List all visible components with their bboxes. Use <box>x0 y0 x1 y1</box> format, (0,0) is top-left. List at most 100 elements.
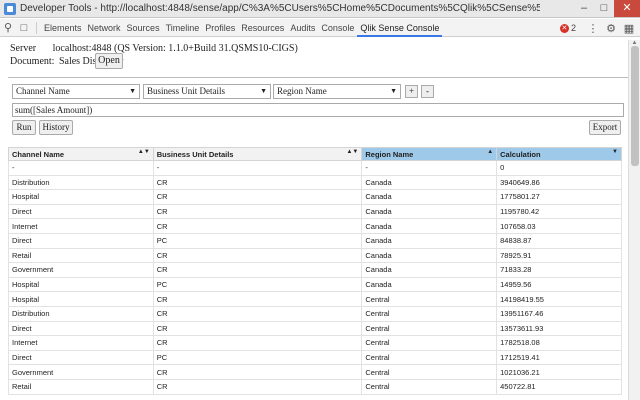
table-cell: CR <box>152 218 363 234</box>
remove-dimension-button[interactable]: - <box>421 85 434 98</box>
table-row[interactable]: Government CR Canada 71833.28 <box>8 262 622 278</box>
table-cell: 450722.81 <box>496 378 622 395</box>
column-header-region-name[interactable]: Region Name ▲ <box>361 147 498 161</box>
table-cell: Government <box>8 364 154 380</box>
error-icon: ✕ <box>559 23 569 33</box>
table-row[interactable]: Distribution CR Central 13951167.46 <box>8 305 622 322</box>
table-cell: Canada <box>361 174 498 191</box>
table-row[interactable]: Internet CR Canada 107658.03 <box>8 218 622 234</box>
server-value: localhost:4848 (QS Version: 1.1.0+Build … <box>52 43 298 54</box>
column-header-calculation[interactable]: Calculation ▼ <box>496 147 622 161</box>
window-title: Developer Tools - http://localhost:4848/… <box>20 3 540 14</box>
tab-audits[interactable]: Audits <box>287 19 318 37</box>
document-label: Document: <box>10 56 55 67</box>
table-cell: CR <box>152 335 363 351</box>
table-row[interactable]: Direct PC Central 1712519.41 <box>8 349 622 366</box>
table-row[interactable]: Distribution CR Canada 3940649.86 <box>8 174 622 191</box>
table-row[interactable]: Hospital CR Central 14198419.55 <box>8 291 622 307</box>
business-unit-select[interactable]: Business Unit Details ▼ <box>143 84 271 99</box>
devtools-toolbar: ⚲ □ Elements Network Sources Timeline Pr… <box>0 19 640 37</box>
tab-elements[interactable]: Elements <box>41 19 85 37</box>
table-cell: CR <box>152 262 363 278</box>
table-cell: Central <box>361 335 498 351</box>
channel-name-select[interactable]: Channel Name ▼ <box>12 84 140 99</box>
table-cell: 71833.28 <box>496 262 622 278</box>
table-cell: 13951167.46 <box>496 305 622 322</box>
maximize-icon[interactable]: □ <box>594 0 614 17</box>
open-button[interactable]: Open <box>95 53 123 69</box>
tab-qlik-sense-console[interactable]: Qlik Sense Console <box>357 19 443 37</box>
table-cell: 1195780.42 <box>496 203 622 220</box>
table-cell: Hospital <box>8 276 154 293</box>
table-cell: Central <box>361 378 498 395</box>
table-cell: Canada <box>361 247 498 264</box>
scrollbar-thumb[interactable] <box>631 46 639 166</box>
add-dimension-button[interactable]: + <box>405 85 418 98</box>
history-button[interactable]: History <box>39 120 73 135</box>
tab-resources[interactable]: Resources <box>238 19 287 37</box>
table-cell: Direct <box>8 232 154 249</box>
column-header-channel-name[interactable]: Channel Name ▲▼ <box>8 147 154 161</box>
table-row[interactable]: ---0 <box>8 160 622 176</box>
column-header-business-unit[interactable]: Business Unit Details ▲▼ <box>152 147 363 161</box>
table-row[interactable]: Direct CR Canada 1195780.42 <box>8 203 622 220</box>
table-cell: Canada <box>361 232 498 249</box>
table-cell: CR <box>152 364 363 380</box>
table-cell: 13573611.93 <box>496 320 622 337</box>
table-cell: Direct <box>8 320 154 337</box>
sort-icon: ▲▼ <box>137 149 150 155</box>
table-cell: 1021036.21 <box>496 364 622 380</box>
table-cell: Distribution <box>8 305 154 322</box>
region-name-select-value: Region Name <box>277 86 327 96</box>
table-row[interactable]: Government CR Central 1021036.21 <box>8 364 622 380</box>
dock-icon[interactable]: ▦ <box>622 22 636 35</box>
table-cell: Hospital <box>8 291 154 307</box>
table-row[interactable]: Retail CR Central 450722.81 <box>8 378 622 395</box>
search-icon[interactable]: ⚲ <box>0 21 16 34</box>
table-cell: Hospital <box>8 189 154 205</box>
tab-network[interactable]: Network <box>85 19 124 37</box>
table-row[interactable]: Internet CR Central 1782518.08 <box>8 335 622 351</box>
column-header-label: Region Name <box>365 149 414 159</box>
table-cell: 78925.91 <box>496 247 622 264</box>
tab-console[interactable]: Console <box>318 19 357 37</box>
error-count: 2 <box>570 23 576 33</box>
minimize-icon[interactable]: – <box>574 0 594 17</box>
sort-asc-icon: ▲ <box>487 149 494 155</box>
table-cell: Central <box>361 364 498 380</box>
table-cell: Retail <box>8 247 154 264</box>
gear-icon[interactable]: ⚙ <box>604 22 618 35</box>
table-cell: Central <box>361 305 498 322</box>
vertical-scrollbar[interactable]: ▲ <box>628 40 640 400</box>
table-cell: 14959.56 <box>496 276 622 293</box>
table-cell: 1782518.08 <box>496 335 622 351</box>
table-cell: CR <box>152 320 363 337</box>
mobile-icon[interactable]: □ <box>16 22 32 34</box>
table-cell: Canada <box>361 218 498 234</box>
error-counter[interactable]: ✕ 2 <box>559 23 576 33</box>
devtools-app-icon <box>4 2 16 15</box>
tab-timeline[interactable]: Timeline <box>163 19 203 37</box>
table-row[interactable]: Hospital PC Canada 14959.56 <box>8 276 622 293</box>
table-cell: 0 <box>496 160 622 176</box>
table-cell: CR <box>152 203 363 220</box>
run-button[interactable]: Run <box>12 120 36 135</box>
close-icon[interactable]: ✕ <box>614 0 640 17</box>
table-row[interactable]: Direct PC Canada 84838.87 <box>8 232 622 249</box>
export-button[interactable]: Export <box>589 120 621 135</box>
server-row: Server localhost:4848 (QS Version: 1.1.0… <box>10 42 298 56</box>
table-row[interactable]: Retail CR Canada 78925.91 <box>8 247 622 264</box>
tab-profiles[interactable]: Profiles <box>202 19 238 37</box>
table-cell: Central <box>361 349 498 366</box>
tab-sources[interactable]: Sources <box>124 19 163 37</box>
expression-input[interactable]: sum([Sales Amount]) <box>12 103 624 117</box>
table-header-row: Channel Name ▲▼ Business Unit Details ▲▼… <box>8 147 622 161</box>
window-titlebar: Developer Tools - http://localhost:4848/… <box>0 0 640 18</box>
more-icon[interactable]: ⋮ <box>586 22 600 35</box>
sort-icon: ▲▼ <box>346 149 359 155</box>
table-row[interactable]: Hospital CR Canada 1775801.27 <box>8 189 622 205</box>
table-row[interactable]: Direct CR Central 13573611.93 <box>8 320 622 337</box>
region-name-select[interactable]: Region Name ▼ <box>273 84 401 99</box>
table-cell: - <box>152 160 363 176</box>
table-cell: 107658.03 <box>496 218 622 234</box>
